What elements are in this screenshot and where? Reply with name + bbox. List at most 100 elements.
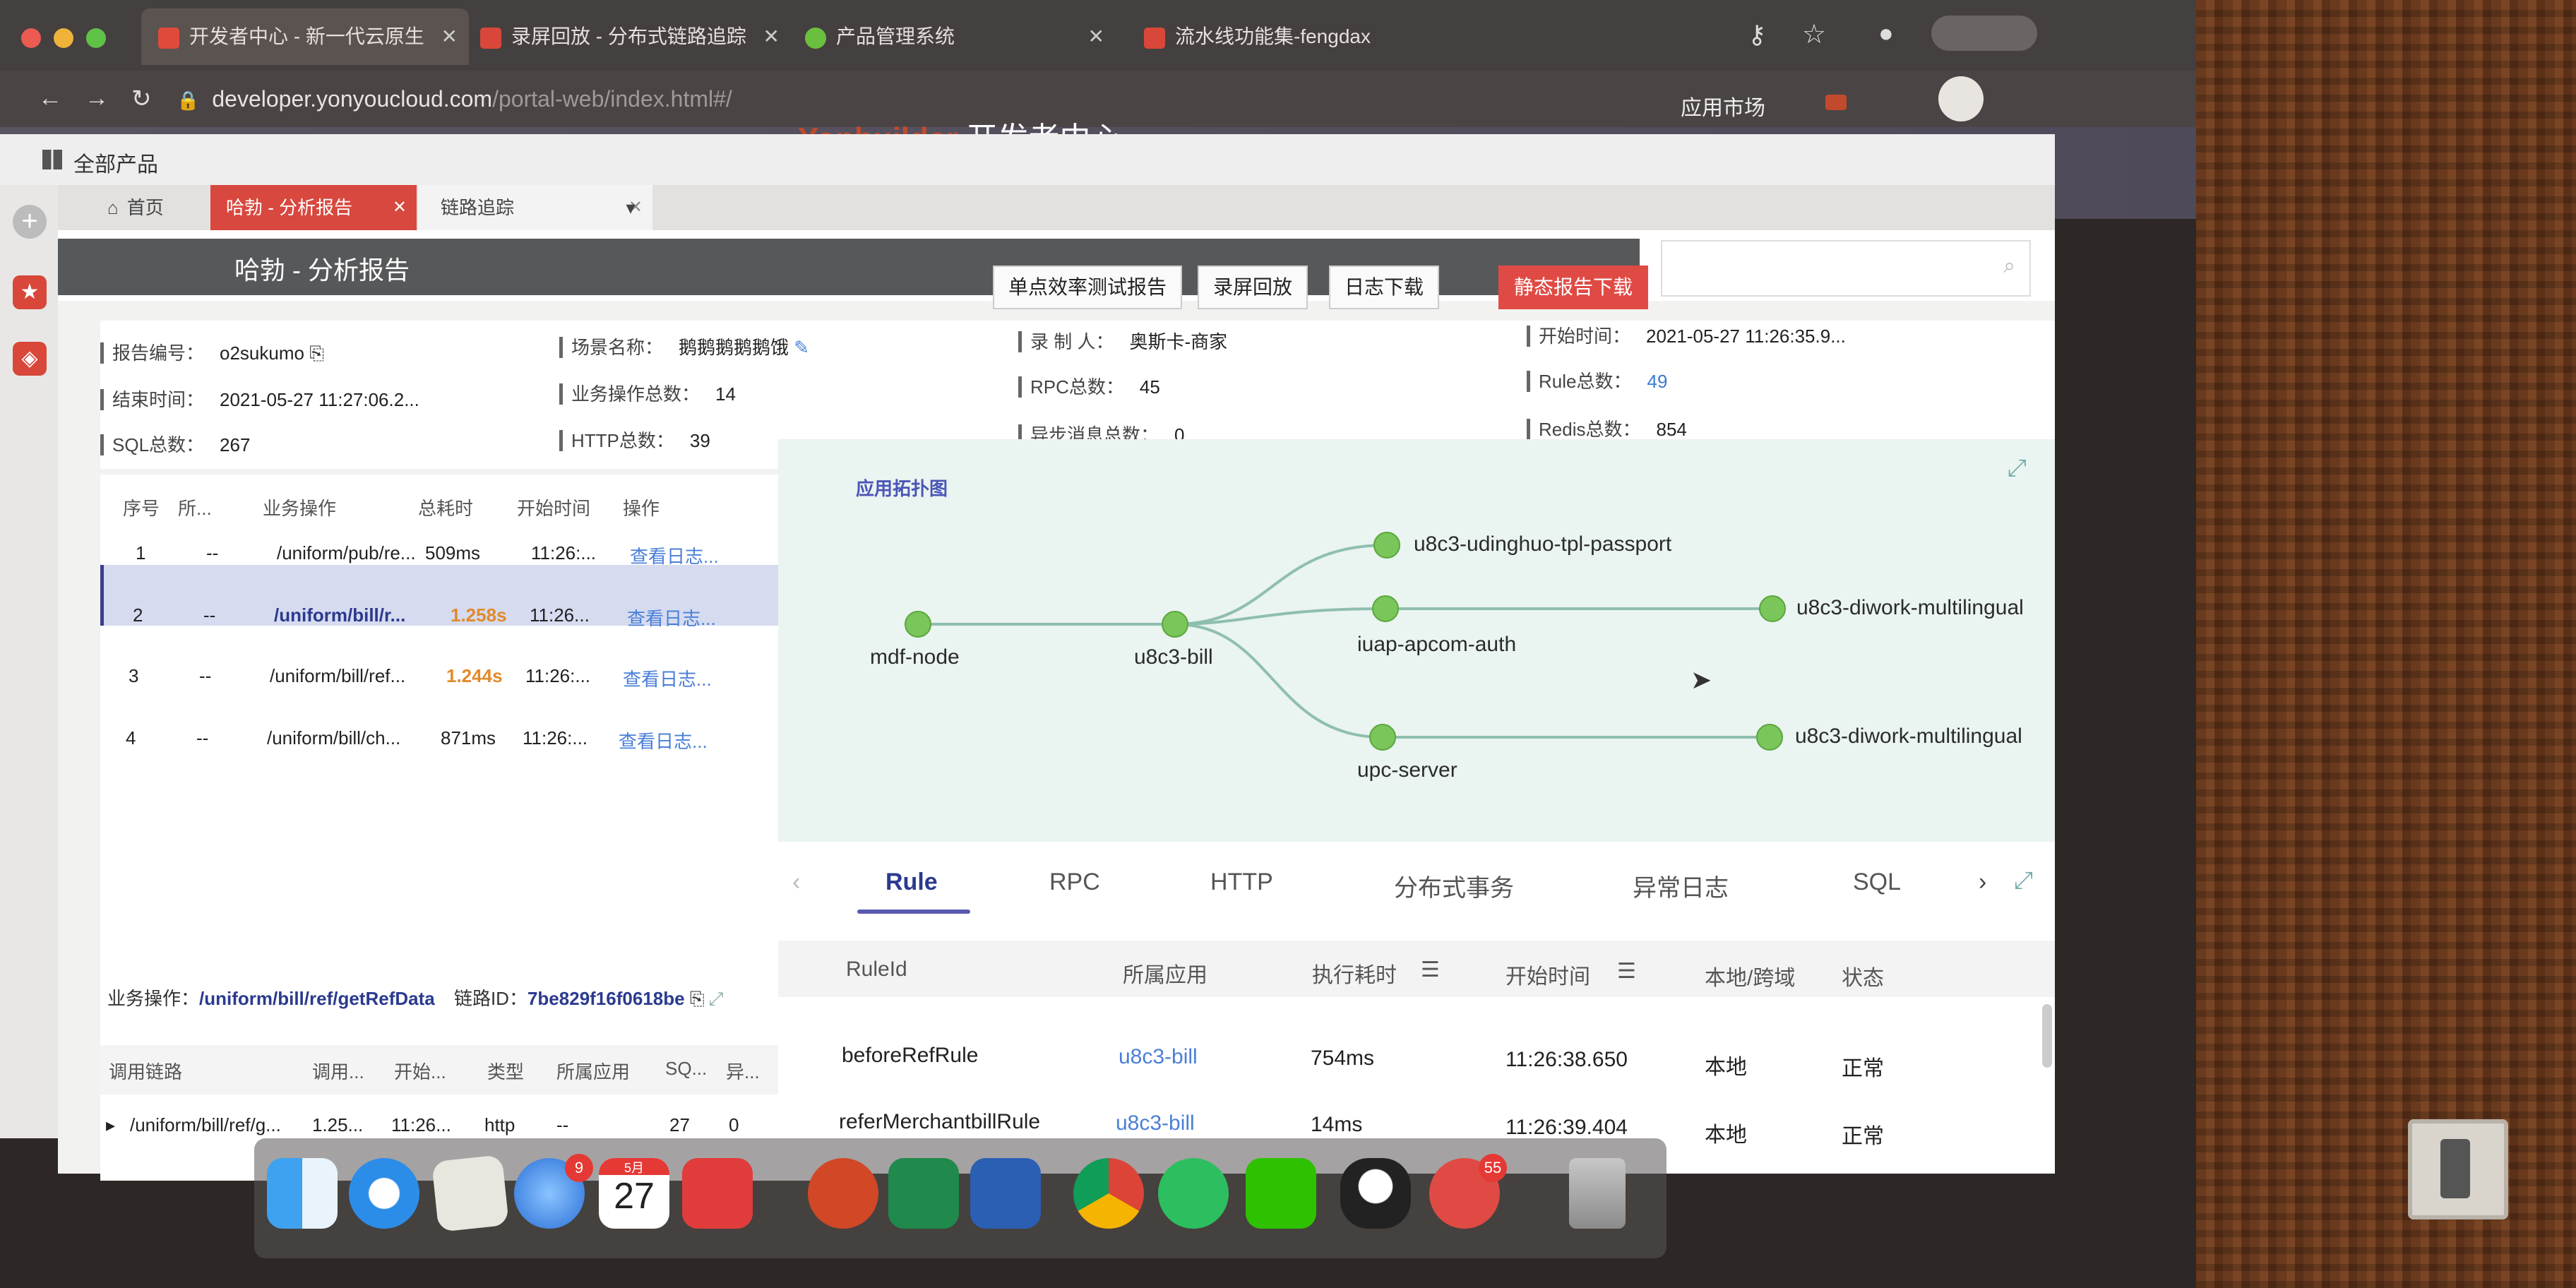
view-log-link[interactable]: 查看日志...	[623, 665, 712, 691]
row-app: --	[199, 665, 212, 686]
market-badge-icon[interactable]	[1825, 95, 1847, 110]
row-cost: 1.258s	[451, 604, 507, 626]
col-app: 所...	[178, 498, 212, 519]
end-time: 结束时间： 2021-05-27 11:27:06.2...	[100, 386, 419, 412]
forward-icon[interactable]: →	[85, 85, 109, 112]
favorites-icon[interactable]: ★	[13, 275, 47, 309]
tab-distributed-tx[interactable]: 分布式事务	[1394, 869, 1514, 903]
chevron-left-icon[interactable]: ‹	[792, 869, 800, 896]
chrome-icon[interactable]	[1073, 1158, 1144, 1229]
view-log-link[interactable]: 查看日志...	[619, 727, 708, 753]
tab-home[interactable]: ⌂ 首页	[86, 185, 213, 230]
notes-icon[interactable]	[431, 1155, 509, 1232]
excel-icon[interactable]	[888, 1158, 959, 1229]
tab-label: 录屏回放 - 分布式链路追踪	[511, 25, 746, 47]
evernote-icon[interactable]	[1158, 1158, 1229, 1229]
sort-icon[interactable]: ☰	[1421, 958, 1440, 982]
row-start: 11:26...	[391, 1114, 451, 1135]
view-log-link[interactable]: 查看日志...	[627, 604, 716, 631]
log-download-button[interactable]: 日志下载	[1329, 266, 1440, 309]
powerpoint-icon[interactable]	[808, 1158, 878, 1229]
left-rail: + ★ ◈	[0, 185, 58, 1138]
topology-panel: 应用拓扑图 ⤢ mdf-node u8c3-bill u8c3-udinghuo…	[778, 439, 2055, 842]
url-field[interactable]: 🔒 developer.yonyoucloud.com/portal-web/in…	[177, 71, 732, 127]
search-icon[interactable]: ⌕	[2003, 254, 2015, 278]
node-label-upc-server: upc-server	[1357, 758, 1457, 782]
rule-start: 11:26:38.650	[1505, 1048, 1628, 1071]
edit-icon[interactable]: ✎	[789, 337, 809, 358]
sort-icon[interactable]: ☰	[1617, 959, 1636, 984]
expand-row-icon[interactable]: ▸	[106, 1114, 115, 1136]
profile-icon[interactable]: ●	[1878, 18, 1894, 48]
key-icon[interactable]: ⚷	[1748, 20, 1766, 49]
zoom-window-icon[interactable]	[86, 28, 106, 48]
node-passport	[1373, 532, 1400, 559]
col-sql: SQ...	[665, 1058, 708, 1079]
add-icon[interactable]: +	[13, 205, 47, 239]
star-icon[interactable]: ☆	[1802, 18, 1826, 50]
word-icon[interactable]	[970, 1158, 1041, 1229]
close-icon[interactable]: ✕	[441, 8, 458, 65]
single-efficiency-report-button[interactable]: 单点效率测试报告	[993, 266, 1183, 309]
kuaishou-icon[interactable]	[682, 1158, 753, 1229]
chevron-right-icon[interactable]: ›	[1979, 869, 1986, 896]
tab-error-log[interactable]: 异常日志	[1633, 869, 1729, 903]
url-host: developer.yonyoucloud.com	[212, 86, 493, 112]
finder-icon[interactable]	[267, 1158, 338, 1229]
calendar-icon[interactable]: 5月 27	[599, 1158, 669, 1229]
col-call: 调用...	[312, 1061, 364, 1083]
minimize-window-icon[interactable]	[54, 28, 73, 48]
screen-replay-button[interactable]: 录屏回放	[1198, 266, 1308, 309]
app-market-link[interactable]: 应用市场	[1681, 90, 1765, 121]
close-icon[interactable]: ✕	[393, 185, 407, 230]
detail-panel: ‹ Rule RPC HTTP 分布式事务 异常日志 SQL › ⤢ RuleI…	[778, 842, 2055, 1174]
trash-icon[interactable]	[1569, 1158, 1626, 1229]
avatar[interactable]	[1938, 76, 1984, 121]
col-cost: 总耗时	[418, 498, 474, 519]
tab-http[interactable]: HTTP	[1210, 869, 1273, 896]
tab-sql[interactable]: SQL	[1853, 869, 1901, 896]
all-products-bar[interactable]: 全部产品	[0, 134, 2055, 185]
copy-icon[interactable]: ⎘	[304, 342, 324, 364]
close-window-icon[interactable]	[21, 28, 41, 48]
row-app: --	[203, 604, 216, 626]
apps-icon[interactable]: ◈	[13, 342, 47, 376]
browser-tab-pipeline[interactable]: 流水线功能集-fengdax	[1130, 8, 1441, 65]
col-error: 异...	[726, 1061, 760, 1083]
expand-icon[interactable]: ⤢	[709, 988, 724, 1009]
copy-icon[interactable]: ⎘	[690, 988, 705, 1009]
edge-bill-auth	[1174, 607, 1386, 626]
tab-label: 开发者中心 - 新一代云原生	[189, 25, 424, 47]
browser-tab-replay[interactable]: 录屏回放 - 分布式链路追踪 ✕	[466, 8, 791, 65]
fullscreen-icon[interactable]: ⤢	[2014, 867, 2033, 895]
tab-rpc[interactable]: RPC	[1049, 869, 1100, 896]
tab-report[interactable]: 哈勃 - 分析报告 ✕	[210, 185, 417, 230]
leaf-favicon-icon	[805, 27, 826, 49]
close-icon[interactable]: ✕	[1088, 8, 1104, 65]
qq-icon[interactable]	[1340, 1158, 1411, 1229]
wechat-icon[interactable]	[1246, 1158, 1316, 1229]
browser-tab-developer[interactable]: 开发者中心 - 新一代云原生 ✕	[141, 8, 469, 65]
static-report-download-button[interactable]: 静态报告下载	[1498, 266, 1649, 309]
back-icon[interactable]: ←	[38, 85, 62, 112]
edge-bill-passport	[1174, 544, 1388, 626]
browser-tab-product[interactable]: 产品管理系统 ✕	[791, 8, 1116, 65]
detail-scrollbar[interactable]	[2042, 1004, 2052, 1068]
reload-icon[interactable]: ↻	[131, 85, 152, 113]
col-start: 开始时间	[1505, 965, 1590, 989]
search-input[interactable]: ⌕	[1661, 240, 2031, 297]
sql-total: SQL总数： 267	[100, 431, 250, 457]
redis-total: Redis总数： 854	[1527, 415, 1687, 441]
tab-rule[interactable]: Rule	[886, 869, 938, 896]
chevron-down-icon[interactable]: ▾	[613, 185, 648, 230]
col-cost: 执行耗时	[1312, 964, 1397, 987]
wall-background	[2196, 0, 2576, 1288]
col-call-chain: 调用链路	[109, 1061, 183, 1083]
page-title: 哈勃 - 分析报告	[234, 256, 410, 285]
lock-icon: 🔒	[177, 90, 200, 111]
trace-op-label: 业务操作：	[107, 988, 200, 1009]
account-pill[interactable]	[1931, 16, 2037, 51]
close-icon[interactable]: ✕	[763, 8, 780, 65]
safari-icon[interactable]	[349, 1158, 419, 1229]
view-log-link[interactable]: 查看日志...	[630, 542, 719, 568]
